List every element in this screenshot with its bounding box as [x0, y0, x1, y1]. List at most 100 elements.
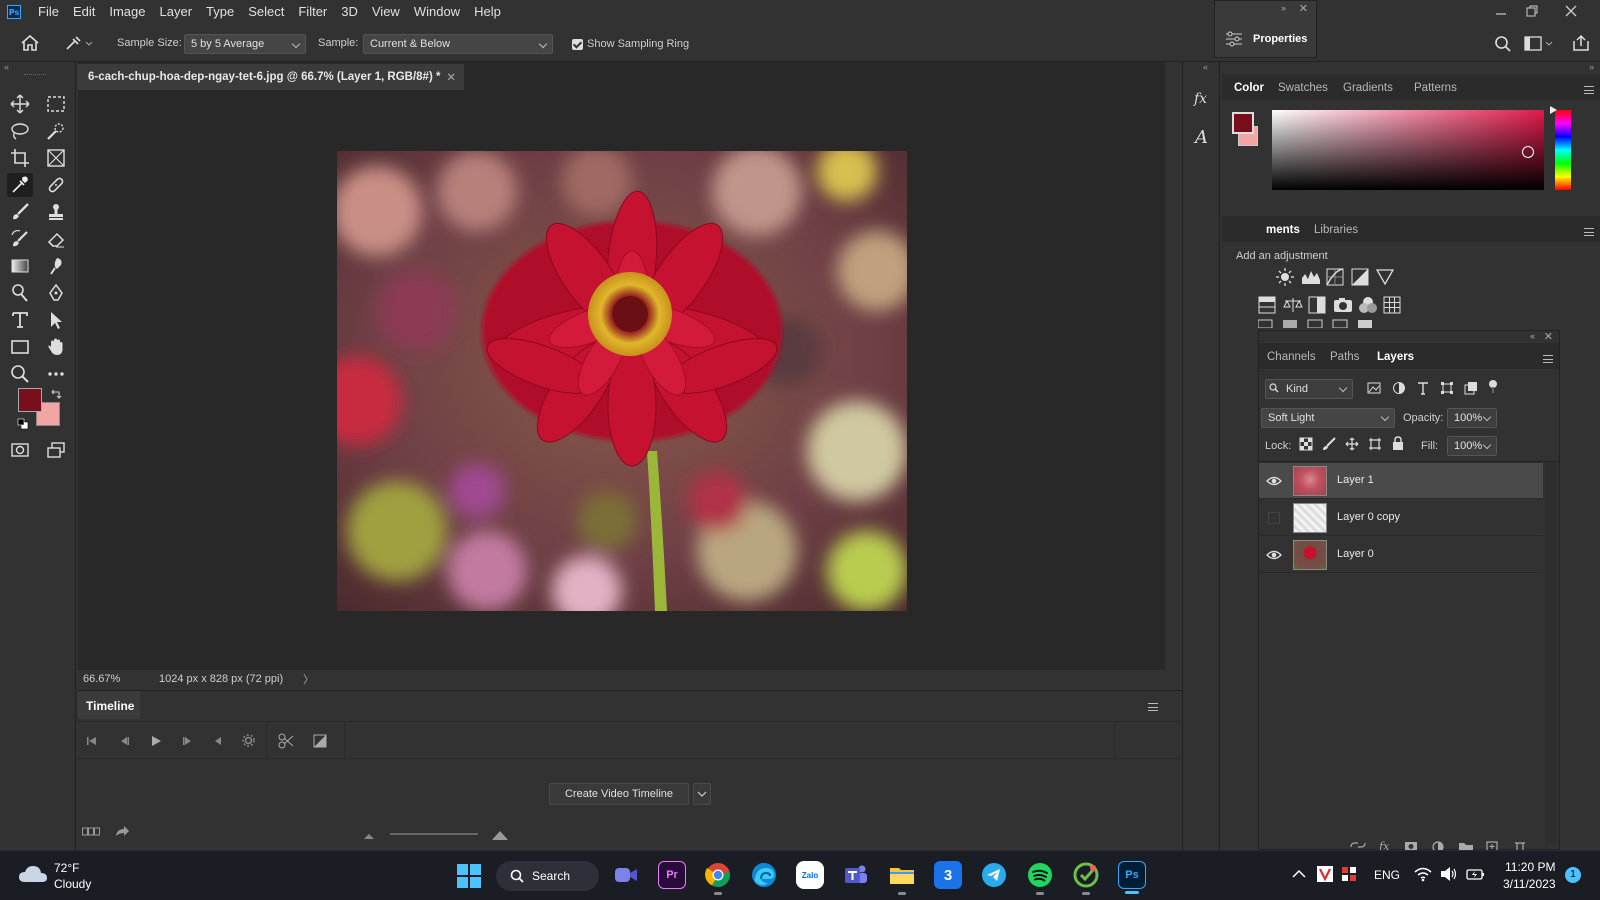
create-video-timeline-button[interactable]: Create Video Timeline — [549, 783, 689, 805]
timeline-tab[interactable]: Timeline — [78, 691, 140, 719]
lasso-tool-icon[interactable] — [7, 119, 33, 143]
pen-tool-icon[interactable] — [43, 281, 69, 305]
visibility-eye-icon[interactable] — [1266, 474, 1282, 488]
split-at-playhead-icon[interactable] — [278, 733, 294, 749]
default-colors-icon[interactable] — [17, 418, 29, 430]
collapse-icon[interactable]: » — [1281, 3, 1286, 13]
search-icon[interactable] — [1494, 35, 1512, 53]
sample-select[interactable]: Current & Below — [363, 34, 553, 54]
file-explorer-app-icon[interactable] — [888, 861, 916, 895]
close-layers-icon[interactable]: ✕ — [1544, 330, 1553, 343]
layer-1-name[interactable]: Layer 1 — [1337, 474, 1374, 486]
timeline-type-dropdown[interactable] — [693, 783, 711, 805]
color-balance-icon[interactable] — [1283, 296, 1303, 314]
home-icon[interactable] — [20, 34, 40, 52]
healing-brush-tool-icon[interactable] — [43, 173, 69, 197]
properties-label[interactable]: Properties — [1253, 33, 1307, 45]
tick-app-icon[interactable] — [1072, 861, 1100, 895]
color-lookup-icon[interactable] — [1383, 296, 1401, 314]
frame-tool-icon[interactable] — [43, 146, 69, 170]
layers-menu-icon[interactable] — [1543, 355, 1553, 363]
opacity-input[interactable]: 100% — [1447, 408, 1497, 428]
clock-time[interactable]: 11:20 PM — [1505, 860, 1555, 874]
show-hidden-icons-chevron[interactable] — [1292, 869, 1306, 879]
brush-tool-icon[interactable] — [7, 200, 33, 224]
eyedropper-tool-icon[interactable] — [7, 173, 33, 197]
render-video-icon[interactable] — [114, 824, 130, 838]
tray-app-shield-icon[interactable] — [1340, 865, 1358, 883]
layer-row-layer-0[interactable]: Layer 0 — [1259, 537, 1543, 573]
black-white-icon[interactable] — [1308, 296, 1326, 314]
menu-filter[interactable]: Filter — [291, 0, 334, 24]
timeline-menu-icon[interactable] — [1148, 703, 1158, 711]
screen-mode-icon[interactable] — [43, 438, 69, 462]
weather-temperature[interactable]: 72°F — [54, 861, 79, 875]
lock-all-icon[interactable] — [1391, 436, 1405, 451]
document-tab[interactable]: 6-cach-chup-hoa-dep-ngay-tet-6.jpg @ 66.… — [78, 64, 464, 90]
lock-transparent-icon[interactable] — [1299, 437, 1313, 451]
exposure-icon[interactable] — [1351, 268, 1369, 286]
vibrance-icon[interactable] — [1376, 268, 1394, 286]
filter-type-icon[interactable] — [1416, 381, 1430, 395]
wifi-icon[interactable] — [1414, 866, 1432, 882]
filter-toggle[interactable] — [1488, 379, 1498, 395]
clone-stamp-tool-icon[interactable] — [43, 200, 69, 224]
filter-pixel-icon[interactable] — [1367, 381, 1381, 395]
filter-smart-object-icon[interactable] — [1464, 381, 1478, 395]
status-chevron-icon[interactable]: 〉 — [303, 671, 314, 687]
telegram-app-icon[interactable] — [980, 861, 1008, 889]
zoom-in-timeline-icon[interactable] — [492, 830, 508, 840]
input-language[interactable]: ENG — [1374, 868, 1400, 882]
menu-layer[interactable]: Layer — [153, 0, 200, 24]
move-tool-icon[interactable] — [7, 92, 33, 116]
color-picker-marker[interactable] — [1522, 146, 1534, 158]
fill-input[interactable]: 100% — [1447, 436, 1497, 456]
hue-saturation-icon[interactable] — [1258, 296, 1276, 314]
eraser-tool-icon[interactable] — [43, 227, 69, 251]
menu-file[interactable]: File — [31, 0, 66, 24]
tab-adjustments[interactable]: ments — [1266, 224, 1300, 236]
tab-patterns[interactable]: Patterns — [1414, 82, 1457, 94]
lock-pixels-icon[interactable] — [1322, 437, 1336, 451]
filter-adjustment-icon[interactable] — [1392, 381, 1406, 395]
quick-mask-icon[interactable] — [7, 438, 33, 462]
vertical-scrollbar[interactable] — [1165, 92, 1181, 688]
hue-slider-handle[interactable] — [1550, 106, 1558, 114]
tab-swatches[interactable]: Swatches — [1278, 82, 1328, 94]
swap-colors-icon[interactable] — [50, 388, 62, 400]
sample-size-select[interactable]: 5 by 5 Average — [184, 34, 306, 54]
next-frame-icon[interactable] — [182, 735, 194, 747]
crop-tool-icon[interactable] — [7, 146, 33, 170]
gradient-tool-icon[interactable] — [7, 254, 33, 278]
foreground-color-swatch[interactable] — [18, 388, 42, 412]
edge-app-icon[interactable] — [750, 861, 778, 889]
zoom-tool-icon[interactable] — [7, 362, 33, 386]
dodge-tool-icon[interactable] — [7, 281, 33, 305]
layer-row-layer-0-copy[interactable]: Layer 0 copy — [1259, 500, 1543, 536]
play-icon[interactable] — [150, 735, 162, 747]
zalo-app-icon[interactable]: Zalo — [796, 861, 824, 889]
tab-paths[interactable]: Paths — [1330, 351, 1359, 363]
taskbar-search[interactable]: Search — [496, 861, 599, 891]
close-icon[interactable]: ✕ — [1299, 2, 1308, 15]
go-to-first-frame-icon[interactable] — [86, 735, 98, 747]
curves-icon[interactable] — [1326, 268, 1344, 286]
menu-view[interactable]: View — [365, 0, 407, 24]
menu-select[interactable]: Select — [241, 0, 291, 24]
menu-image[interactable]: Image — [102, 0, 152, 24]
cloud-weather-icon[interactable] — [18, 863, 48, 885]
layer-0-name[interactable]: Layer 0 — [1337, 548, 1374, 560]
frame-animation-icon[interactable] — [82, 827, 100, 837]
menu-type[interactable]: Type — [199, 0, 241, 24]
lock-position-icon[interactable] — [1345, 437, 1359, 451]
weather-description[interactable]: Cloudy — [54, 877, 91, 891]
canvas-area[interactable] — [78, 92, 1165, 670]
marquee-tool-icon[interactable] — [43, 92, 69, 116]
blend-mode-select[interactable]: Soft Light — [1261, 408, 1395, 428]
volume-icon[interactable] — [1440, 866, 1458, 882]
chrome-app-icon[interactable] — [704, 861, 732, 895]
smudge-tool-icon[interactable] — [43, 254, 69, 278]
zoom-out-timeline-icon[interactable] — [364, 833, 374, 839]
hand-tool-icon[interactable] — [43, 335, 69, 359]
character-styles-icon[interactable]: A — [1192, 126, 1212, 148]
